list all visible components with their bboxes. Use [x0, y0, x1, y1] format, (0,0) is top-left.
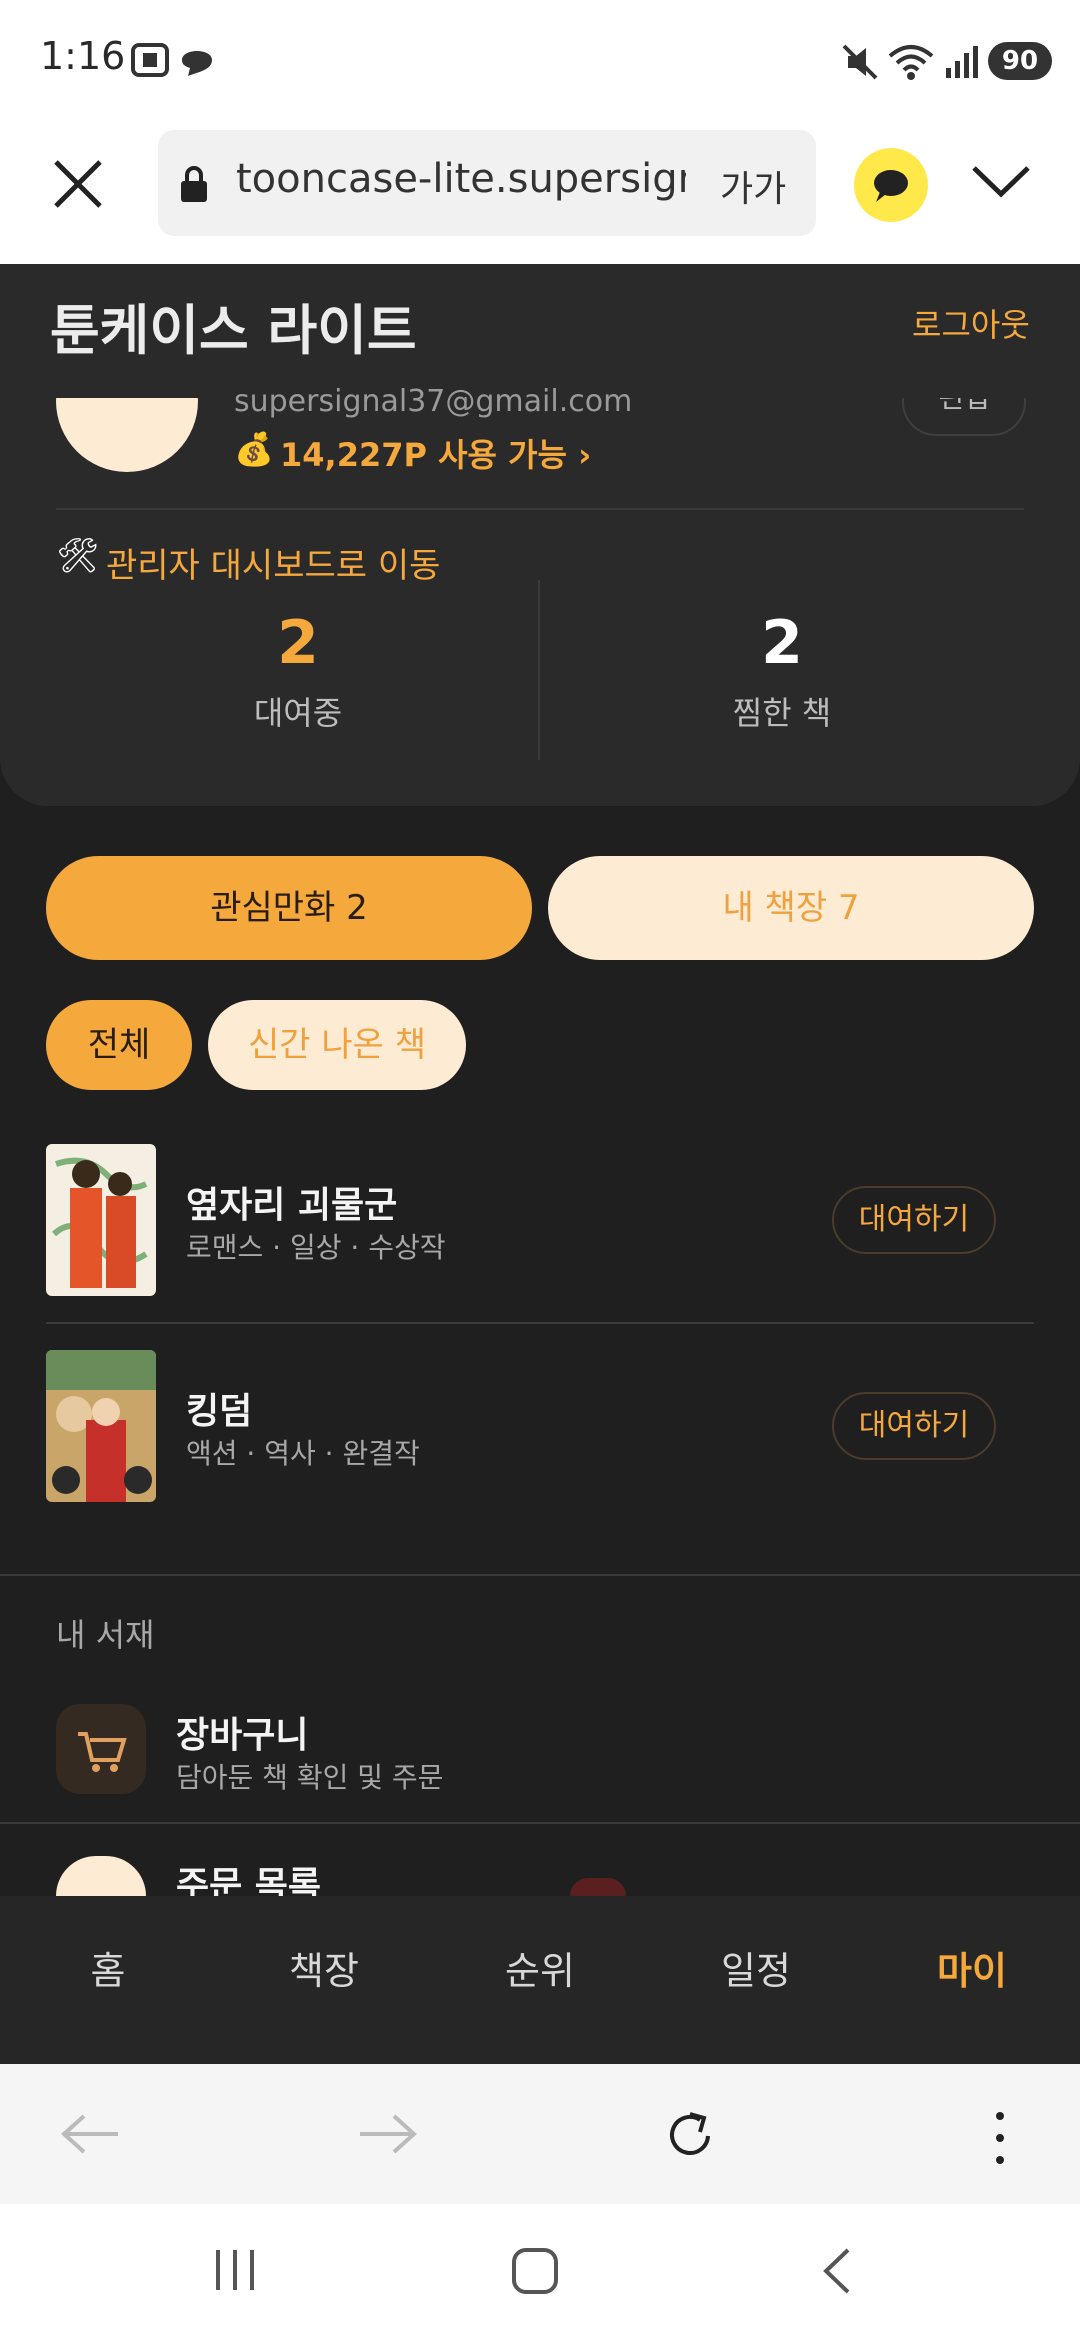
- browser-toolbar: [0, 2064, 1080, 2204]
- forward-arrow-icon[interactable]: [356, 2112, 420, 2160]
- rental-label: 대여중: [253, 694, 343, 732]
- chat-icon[interactable]: [854, 148, 928, 222]
- book-meta: 로맨스 · 일상 · 수상작: [186, 1231, 446, 1264]
- wishlist-count: 2: [761, 608, 803, 678]
- rental-count: 2: [277, 608, 319, 678]
- nav-my[interactable]: 마이: [912, 1940, 1032, 1995]
- stats-divider: [538, 580, 540, 760]
- logout-button[interactable]: 로그아웃: [912, 300, 1030, 346]
- orders-icon: [56, 1856, 146, 1896]
- tab-favorites[interactable]: 관심만화 2: [46, 856, 532, 960]
- url-text[interactable]: tooncase-lite.supersign: [236, 156, 686, 202]
- status-time: 1:16: [40, 34, 126, 78]
- book-cover[interactable]: [46, 1144, 156, 1296]
- section-divider: [0, 1574, 1080, 1576]
- book-cover[interactable]: [46, 1350, 156, 1502]
- cart-menu-subtitle: 담아둔 책 확인 및 주문: [176, 1761, 444, 1794]
- orders-menu-title[interactable]: 주문 목록: [176, 1856, 321, 1896]
- profile-divider: [56, 508, 1024, 510]
- wifi-icon: [886, 42, 936, 86]
- admin-dashboard-link[interactable]: 관리자 대시보드로 이동: [106, 538, 440, 587]
- book-title[interactable]: 옆자리 괴물군: [186, 1176, 397, 1228]
- chevron-down-icon[interactable]: [970, 162, 1032, 206]
- menu-divider: [0, 1822, 1080, 1824]
- filter-all[interactable]: 전체: [46, 1000, 192, 1090]
- rent-button[interactable]: 대여하기: [832, 1186, 996, 1254]
- back-icon[interactable]: [820, 2246, 854, 2300]
- library-section-label: 내 서재: [56, 1616, 155, 1654]
- points-link[interactable]: 14,227P 사용 가능 ›: [280, 430, 591, 476]
- user-email: supersignal37@gmail.com: [234, 384, 633, 419]
- home-icon[interactable]: [510, 2246, 560, 2300]
- mute-icon: [840, 42, 880, 86]
- messenger-icon: [176, 42, 218, 82]
- cart-icon: [56, 1704, 146, 1794]
- rent-button[interactable]: 대여하기: [832, 1392, 996, 1460]
- close-tab-icon[interactable]: [50, 156, 106, 216]
- nav-schedule[interactable]: 일정: [696, 1940, 816, 1995]
- nav-home[interactable]: 홈: [48, 1940, 168, 1995]
- wishlist-label: 찜한 책: [732, 694, 832, 732]
- lock-icon: [178, 164, 210, 208]
- screenshot-icon: [130, 42, 170, 82]
- book-title[interactable]: 킹덤: [186, 1382, 252, 1434]
- money-bag-icon: 💰: [234, 430, 274, 468]
- filter-new-releases[interactable]: 신간 나온 책: [208, 1000, 466, 1090]
- more-options-icon[interactable]: [990, 2108, 1010, 2172]
- nav-bookshelf[interactable]: 책장: [264, 1940, 384, 1995]
- list-divider: [46, 1322, 1034, 1324]
- back-arrow-icon[interactable]: [58, 2112, 122, 2160]
- orders-badge: [570, 1878, 626, 1896]
- signal-icon: [944, 44, 980, 84]
- battery-indicator: 90: [988, 42, 1052, 80]
- nav-ranking[interactable]: 순위: [480, 1940, 600, 1995]
- text-size-button[interactable]: 가가: [720, 160, 786, 212]
- cart-menu-title[interactable]: 장바구니: [176, 1706, 308, 1758]
- tab-my-shelf[interactable]: 내 책장 7: [548, 856, 1034, 960]
- reload-icon[interactable]: [660, 2106, 720, 2170]
- book-meta: 액션 · 역사 · 완결작: [186, 1437, 420, 1470]
- page-title: 툰케이스 라이트: [50, 299, 417, 362]
- tools-icon: 🛠: [56, 536, 100, 576]
- recent-apps-icon[interactable]: [212, 2248, 258, 2296]
